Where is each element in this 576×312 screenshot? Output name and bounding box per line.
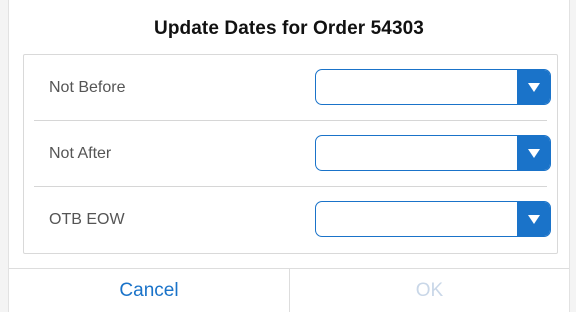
ok-button[interactable]: OK [289, 269, 569, 312]
chevron-down-icon[interactable] [517, 202, 550, 236]
chevron-down-icon[interactable] [517, 136, 550, 170]
dialog-footer: Cancel OK [9, 268, 569, 312]
field-label-not-before: Not Before [49, 79, 126, 96]
update-dates-dialog: Update Dates for Order 54303 Not Before … [8, 0, 570, 312]
field-label-not-after: Not After [49, 145, 112, 162]
chevron-down-icon[interactable] [517, 70, 550, 104]
dialog-title: Update Dates for Order 54303 [154, 18, 424, 39]
field-row-otb-eow: OTB EOW [24, 187, 557, 253]
cancel-button[interactable]: Cancel [9, 269, 289, 312]
not-after-select[interactable] [315, 135, 551, 171]
field-label-otb-eow: OTB EOW [49, 211, 125, 228]
not-before-select[interactable] [315, 69, 551, 105]
field-row-not-before: Not Before [24, 55, 557, 121]
otb-eow-select[interactable] [315, 201, 551, 237]
field-row-not-after: Not After [24, 121, 557, 187]
dates-form: Not Before Not After OTB EOW [23, 54, 558, 254]
